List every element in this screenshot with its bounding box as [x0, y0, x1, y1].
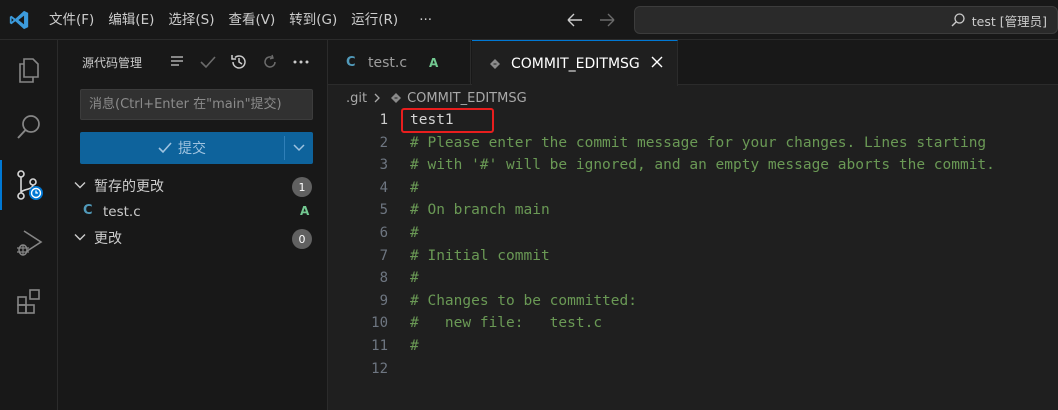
history-icon[interactable] [228, 51, 249, 72]
commit-button[interactable]: 提交 [80, 132, 313, 164]
changes-group[interactable]: 更改 0 [58, 225, 328, 251]
staged-count-badge: 1 [292, 177, 312, 197]
tab-status-added: A [429, 55, 439, 70]
staged-changes-group[interactable]: 暂存的更改 1 [58, 173, 328, 199]
explorer-icon[interactable] [0, 45, 58, 95]
changes-count-badge: 0 [292, 229, 312, 249]
menu-file[interactable]: 文件(F) [42, 0, 101, 40]
line-number: 2 [379, 134, 388, 151]
panel-title: 源代码管理 [82, 56, 143, 70]
command-center-label: test [管理员] [971, 13, 1047, 29]
close-icon[interactable] [650, 55, 664, 69]
navigation-arrows [566, 0, 616, 40]
chevron-down-icon [74, 234, 86, 241]
line-number: 1 [379, 112, 388, 128]
tab-label: test.c [368, 54, 408, 71]
line-number: 5 [379, 202, 388, 219]
staged-file-item[interactable]: C test.c A [58, 199, 328, 225]
code-line[interactable]: # [410, 335, 419, 358]
line-number: 4 [379, 179, 388, 196]
menu-view[interactable]: 查看(V) [222, 0, 283, 40]
source-control-panel: 源代码管理 提交 [58, 40, 328, 410]
chevron-down-icon [293, 144, 305, 152]
title-bar: 文件(F) 编辑(E) 选择(S) 查看(V) 转到(G) 运行(R) ··· … [0, 0, 1058, 40]
staged-changes-label: 暂存的更改 [94, 179, 164, 195]
back-arrow-icon[interactable] [566, 12, 584, 28]
tab-label: COMMIT_EDITMSG [511, 55, 640, 72]
run-debug-icon[interactable] [0, 218, 58, 268]
breadcrumb-folder[interactable]: .git [346, 91, 367, 106]
vscode-logo-icon [9, 10, 29, 30]
code-line[interactable]: # Changes to be committed: [410, 290, 637, 313]
breadcrumb: .git COMMIT_EDITMSG [346, 87, 527, 109]
source-control-icon[interactable] [0, 160, 58, 210]
search-icon[interactable] [0, 102, 58, 152]
menu-run[interactable]: 运行(R) [344, 0, 405, 40]
c-file-icon: C [346, 55, 356, 70]
code-editor[interactable]: 1 2 3 4 5 6 7 8 9 10 11 12 test1 # Pleas… [328, 108, 1058, 410]
check-icon [158, 142, 172, 154]
menu-selection[interactable]: 选择(S) [161, 0, 221, 40]
menu-more[interactable]: ··· [405, 0, 439, 40]
commit-dropdown-button[interactable] [285, 132, 313, 164]
file-status-added: A [300, 204, 310, 218]
code-line[interactable]: # new file: test.c [410, 312, 602, 335]
chevron-down-icon [74, 182, 86, 189]
line-number: 12 [371, 360, 388, 377]
menu-edit[interactable]: 编辑(E) [101, 0, 161, 40]
code-line[interactable]: # On branch main [410, 199, 550, 222]
command-center[interactable]: test [管理员] [634, 6, 1058, 34]
forward-arrow-icon[interactable] [598, 12, 616, 28]
editor-tabs: C test.c A COMMIT_EDITMSG [328, 40, 1058, 86]
chevron-right-icon [374, 93, 381, 103]
activity-bar [0, 40, 58, 410]
c-file-icon: C [83, 203, 93, 218]
code-line[interactable]: # Please enter the commit message for yo… [410, 132, 986, 155]
view-as-list-icon[interactable] [166, 51, 187, 72]
git-icon [490, 59, 500, 69]
git-icon [391, 93, 402, 103]
panel-header: 源代码管理 [58, 40, 328, 84]
line-number: 7 [379, 247, 388, 264]
breadcrumb-file[interactable]: COMMIT_EDITMSG [407, 91, 527, 106]
code-line[interactable]: # [410, 177, 419, 200]
more-actions-icon[interactable] [290, 51, 311, 72]
menu-bar: 文件(F) 编辑(E) 选择(S) 查看(V) 转到(G) 运行(R) ··· [42, 0, 439, 40]
line-number: 8 [379, 270, 388, 287]
commit-message-input[interactable] [80, 89, 313, 120]
search-icon [951, 13, 965, 27]
code-line[interactable]: # with '#' will be ignored, and an empty… [410, 154, 995, 177]
tab-commit-editmsg[interactable]: COMMIT_EDITMSG [472, 40, 678, 86]
code-line[interactable]: test1 [410, 109, 454, 132]
menu-go[interactable]: 转到(G) [282, 0, 344, 40]
line-number: 6 [379, 225, 388, 241]
code-line[interactable]: # [410, 222, 419, 245]
code-line[interactable]: # [410, 267, 419, 290]
commit-button-label: 提交 [178, 141, 206, 157]
code-line[interactable]: # Initial commit [410, 245, 550, 268]
file-name: test.c [103, 204, 141, 220]
extensions-icon[interactable] [0, 276, 58, 326]
changes-label: 更改 [94, 231, 122, 247]
tab-test-c[interactable]: C test.c A [328, 40, 471, 85]
refresh-icon[interactable] [259, 51, 280, 72]
line-number: 3 [379, 157, 388, 174]
line-number: 10 [371, 315, 388, 332]
commit-check-icon[interactable] [197, 51, 218, 72]
line-number: 11 [371, 338, 388, 354]
line-number: 9 [379, 292, 388, 309]
